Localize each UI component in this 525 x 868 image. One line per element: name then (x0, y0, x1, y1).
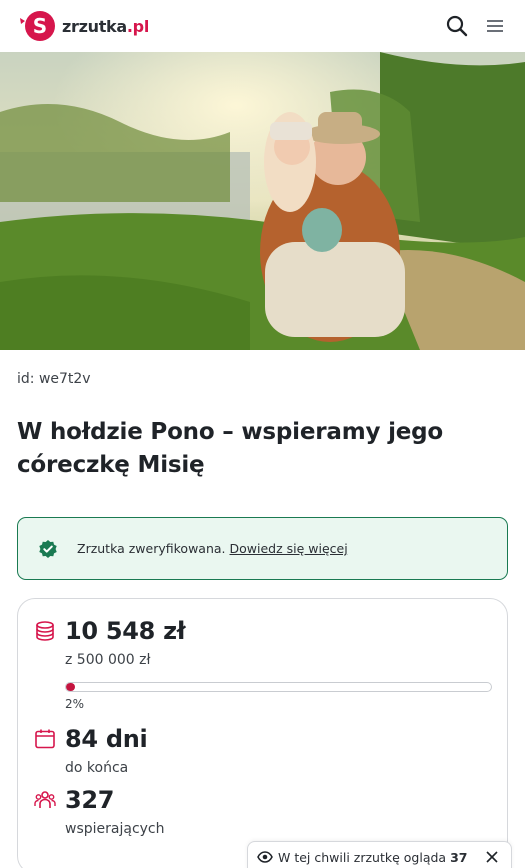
supporters-label: wspierających (65, 821, 165, 837)
progress-fill (66, 683, 75, 691)
supporters-count: 327 (65, 786, 115, 814)
progress-percent: 2% (65, 697, 85, 711)
logo-tld: .pl (126, 16, 150, 36)
campaign-id: id: we7t2v (17, 371, 91, 387)
hamburger-menu-icon[interactable] (483, 14, 507, 38)
progress: 2% (65, 682, 492, 711)
logo-text: zrzutka.pl (62, 17, 149, 36)
svg-text:S: S (33, 14, 47, 38)
viewers-toast: W tej chwili zrzutkę ogląda 37 (247, 841, 512, 868)
calendar-icon (35, 729, 55, 749)
people-icon (34, 791, 56, 808)
search-icon[interactable] (445, 14, 469, 38)
close-icon[interactable] (483, 848, 501, 866)
header-actions (445, 14, 507, 38)
goal-amount: z 500 000 zł (65, 652, 151, 668)
campaign-content: id: we7t2v W hołdzie Pono – wspieramy je… (0, 371, 525, 868)
site-header: S zrzutka.pl (0, 0, 525, 52)
campaign-hero-photo (0, 52, 525, 350)
eye-icon (257, 851, 273, 863)
supporters-stat: 327 wspierających (34, 786, 490, 837)
verified-banner: Zrzutka zweryfikowana. Dowiedz się więce… (17, 517, 508, 580)
verified-message: Zrzutka zweryfikowana. (77, 541, 226, 556)
coins-icon (36, 621, 54, 641)
viewers-text: W tej chwili zrzutkę ogląda 37 (278, 850, 467, 865)
days-left: 84 dni (65, 725, 148, 753)
raised-stat: 10 548 zł z 500 000 zł (34, 617, 490, 668)
logo[interactable]: S zrzutka.pl (18, 9, 149, 43)
piggy-bank-logo-icon: S (20, 11, 55, 41)
raised-amount: 10 548 zł (65, 617, 186, 645)
progress-bar (65, 682, 492, 692)
logo-name: zrzutka (62, 16, 127, 36)
stats-card: 10 548 zł z 500 000 zł 2% 84 dni do końc… (17, 598, 508, 868)
viewers-count: 37 (450, 849, 468, 865)
days-left-label: do końca (65, 760, 129, 776)
viewers-message: W tej chwili zrzutkę ogląda (278, 849, 447, 865)
verified-text: Zrzutka zweryfikowana. Dowiedz się więce… (77, 541, 348, 556)
campaign-title: W hołdzie Pono – wspieramy jego córeczkę… (17, 419, 444, 478)
learn-more-link[interactable]: Dowiedz się więcej (230, 541, 348, 556)
days-stat: 84 dni do końca (34, 725, 490, 776)
verified-badge-icon (39, 539, 57, 558)
